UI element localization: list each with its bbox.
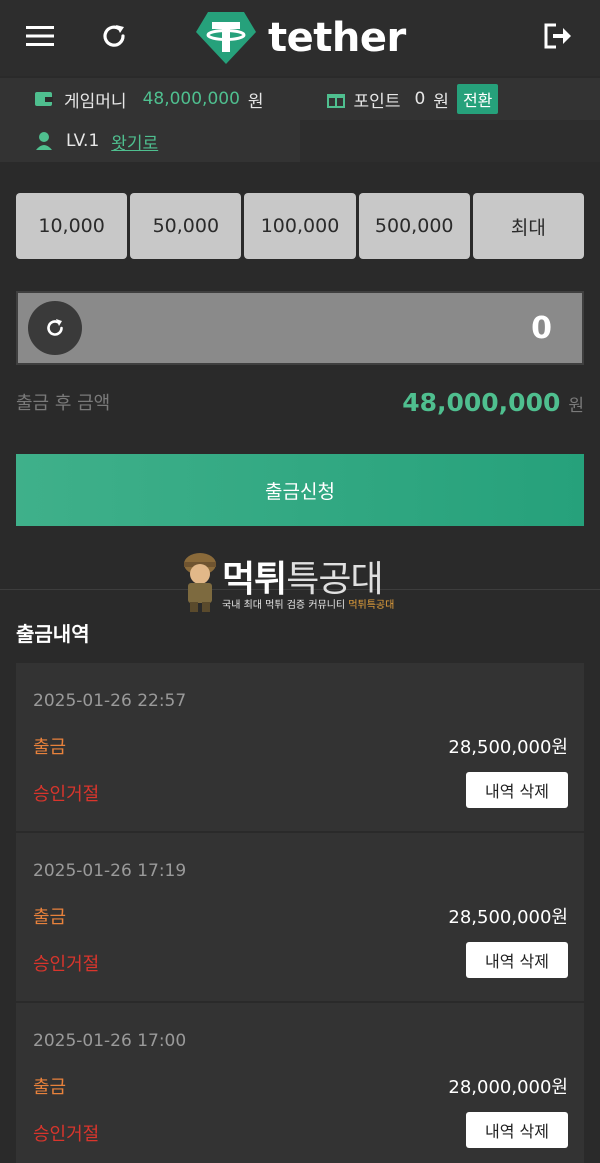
withdraw-amount-input[interactable]: 0: [16, 291, 584, 365]
history-amount: 28,500,000원: [448, 737, 568, 758]
history-type: 출금: [33, 907, 67, 928]
watermark-title-a: 먹튀: [222, 559, 287, 600]
tether-logo[interactable]: tether: [194, 10, 406, 66]
point-unit: 원: [433, 91, 449, 112]
game-money-unit: 원: [247, 91, 264, 112]
watermark-subtitle-text: 국내 최대 먹튀 검증 커뮤니티: [222, 600, 346, 611]
after-withdraw-amount-group: 48,000,000 원: [402, 388, 584, 417]
level-row-filler: [300, 120, 600, 162]
delete-history-button[interactable]: 내역 삭제: [466, 942, 568, 978]
delete-history-button[interactable]: 내역 삭제: [466, 1112, 568, 1148]
amount-button-10000[interactable]: 10,000: [16, 193, 128, 259]
history-status: 승인거절: [33, 954, 100, 975]
history-item: 2025-01-26 17:19 출금 28,500,000원 승인거절 내역 …: [16, 833, 584, 1001]
after-withdraw-label: 출금 후 금액: [16, 393, 111, 414]
logo-text: tether: [268, 15, 406, 61]
user-icon: [34, 131, 54, 151]
history-amount: 28,500,000원: [448, 907, 568, 928]
hamburger-menu-icon: [26, 26, 54, 46]
history-title: 출금내역: [16, 622, 90, 646]
history-type: 출금: [33, 737, 67, 758]
reset-amount-button[interactable]: [28, 301, 82, 355]
watermark-title: 먹튀특공대: [222, 550, 384, 602]
after-withdraw-row: 출금 후 금액 48,000,000 원: [16, 382, 584, 422]
withdraw-submit-button[interactable]: 출금신청: [16, 454, 584, 526]
tether-logo-icon: [196, 12, 256, 64]
delete-history-button[interactable]: 내역 삭제: [466, 772, 568, 808]
after-withdraw-unit: 원: [568, 395, 584, 416]
account-money-row: 게임머니 48,000,000 원 포인트 0 원 전환: [0, 78, 600, 120]
wallet-icon: [34, 89, 54, 109]
amount-quick-buttons: 10,000 50,000 100,000 500,000 최대: [16, 193, 585, 259]
game-money-label: 게임머니: [64, 91, 127, 112]
game-money-value: 48,000,000: [142, 89, 240, 109]
history-date: 2025-01-26 17:19: [33, 861, 187, 881]
refresh-button[interactable]: [90, 14, 138, 58]
watermark-subtitle-highlight: 먹튀특공대: [348, 600, 395, 611]
convert-button[interactable]: 전환: [456, 84, 499, 114]
logout-icon: [544, 23, 571, 49]
point-value: 0: [414, 89, 426, 109]
withdraw-amount-value: 0: [531, 310, 552, 346]
history-date: 2025-01-26 22:57: [33, 691, 187, 711]
history-item: 2025-01-26 22:57 출금 28,500,000원 승인거절 내역 …: [16, 663, 584, 831]
soldier-mascot-icon: [184, 553, 216, 612]
account-level-row: LV.1 왓기로: [0, 120, 600, 162]
refresh-icon: [103, 25, 125, 47]
menu-button[interactable]: [16, 14, 64, 58]
watermark-subtitle: 국내 최대 먹튀 검증 커뮤니티 먹튀특공대: [222, 596, 394, 611]
after-withdraw-amount: 48,000,000: [402, 387, 561, 417]
level-name-link[interactable]: 왓기로: [111, 129, 158, 154]
amount-button-100000[interactable]: 100,000: [244, 193, 356, 259]
amount-button-500000[interactable]: 500,000: [358, 193, 470, 259]
history-type: 출금: [33, 1077, 67, 1098]
level-value: LV.1: [66, 131, 100, 151]
amount-button-50000[interactable]: 50,000: [130, 193, 242, 259]
level-cell: LV.1 왓기로: [0, 120, 300, 162]
logout-button[interactable]: [534, 14, 582, 58]
history-date: 2025-01-26 17:00: [33, 1031, 187, 1051]
reset-icon: [47, 319, 63, 336]
watermark-logo: 먹튀특공대 국내 최대 먹튀 검증 커뮤니티 먹튀특공대: [180, 548, 420, 614]
history-amount: 28,000,000원: [448, 1077, 568, 1098]
top-header: tether: [0, 0, 600, 76]
watermark-title-b: 특공대: [286, 559, 383, 600]
amount-button-max[interactable]: 최대: [472, 193, 585, 259]
point-label: 포인트: [353, 91, 401, 112]
history-status: 승인거절: [33, 1124, 100, 1145]
history-item: 2025-01-26 17:00 출금 28,000,000원 승인거절 내역 …: [16, 1003, 584, 1163]
history-status: 승인거절: [33, 784, 100, 805]
gift-icon: [326, 89, 346, 109]
